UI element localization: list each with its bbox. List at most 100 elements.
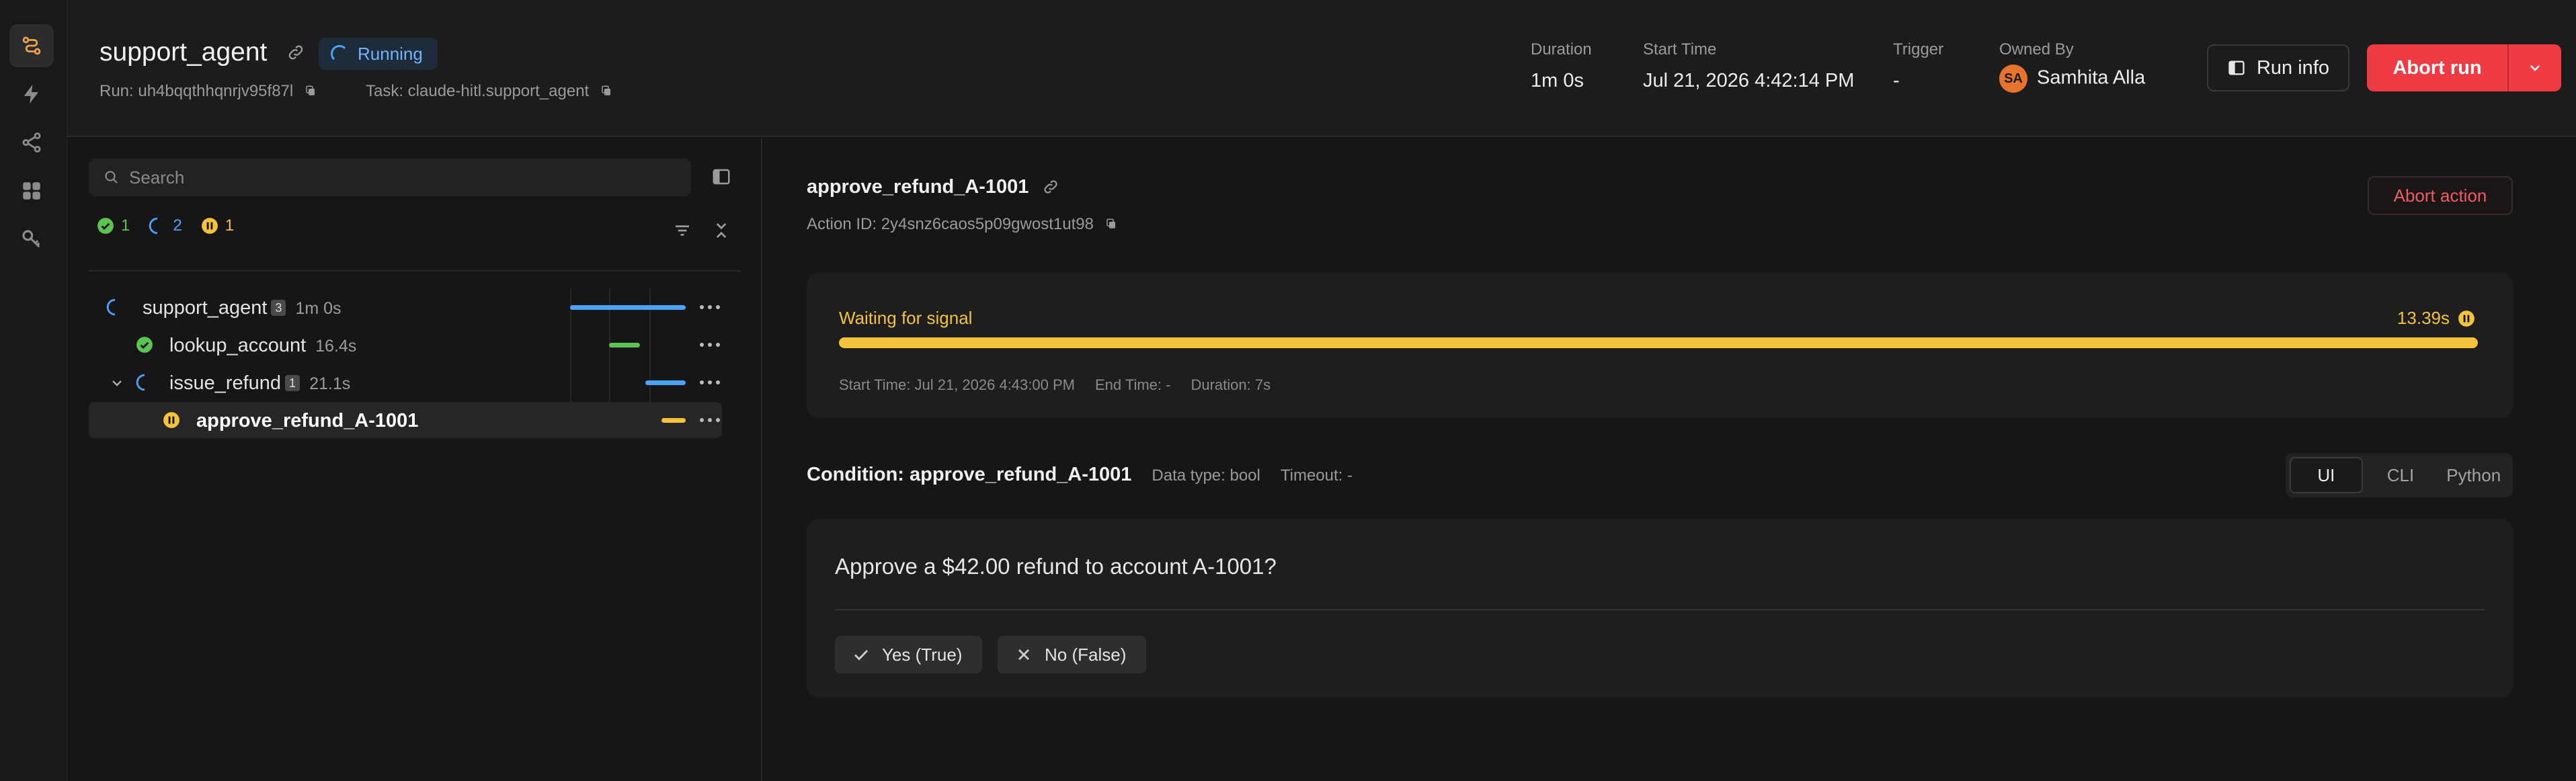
- waiting-count[interactable]: 1: [201, 216, 234, 235]
- owner-name: Samhita Alla: [2037, 67, 2146, 89]
- tree-row-lookup-account[interactable]: lookup_account 16.4s: [89, 327, 722, 363]
- tree-row-duration: 21.1s: [309, 374, 351, 393]
- filter-icon[interactable]: [672, 220, 692, 241]
- share-icon: [22, 132, 41, 153]
- avatar: SA: [1999, 65, 2027, 93]
- more-icon[interactable]: [698, 417, 722, 423]
- running-count[interactable]: 2: [149, 216, 182, 235]
- secrets-nav-button[interactable]: [9, 218, 54, 261]
- condition-timeout: Timeout: -: [1280, 466, 1353, 485]
- signal-progress-bar: [839, 337, 2478, 348]
- share-nav-button[interactable]: [9, 121, 54, 164]
- tree-row-label: support_agent: [143, 297, 268, 319]
- search-icon: [105, 171, 118, 183]
- signal-elapsed: 13.39s: [2397, 308, 2475, 329]
- pause-circle-icon: [2458, 310, 2474, 327]
- duration-stat: Duration 1m 0s: [1531, 40, 1592, 91]
- yes-button[interactable]: Yes (True): [835, 636, 983, 673]
- more-icon[interactable]: [698, 341, 722, 348]
- sidebar-panel-icon: [2228, 60, 2245, 75]
- collapse-all-icon[interactable]: [711, 220, 731, 241]
- succeeded-count[interactable]: 1: [97, 216, 130, 235]
- link-icon[interactable]: [286, 43, 305, 62]
- runs-nav-button[interactable]: [9, 24, 54, 67]
- tab-python[interactable]: Python: [2438, 457, 2509, 493]
- tab-cli[interactable]: CLI: [2366, 457, 2436, 493]
- tree-row-duration: 16.4s: [315, 337, 357, 356]
- condition-header: Condition: approve_refund_A-1001 Data typ…: [807, 464, 1353, 486]
- no-button[interactable]: No (False): [998, 636, 1147, 673]
- timeline-bar: [645, 380, 686, 385]
- tree-row-issue-refund[interactable]: issue_refund 1 21.1s: [89, 364, 722, 401]
- close-icon: [1018, 649, 1029, 660]
- abort-action-button[interactable]: Abort action: [2368, 176, 2513, 215]
- action-detail-panel: approve_refund_A-1001 Action ID: 2y4snz6…: [764, 138, 2576, 781]
- check-circle-icon: [136, 337, 153, 353]
- child-count-badge: 1: [285, 375, 300, 391]
- signal-status-card: Waiting for signal 13.39s Start Time: Ju…: [807, 273, 2513, 418]
- timeline-bar: [609, 343, 640, 347]
- run-status-badge: Running: [319, 38, 438, 70]
- progress-fill: [839, 337, 2478, 348]
- abort-run-split-button: Abort run: [2367, 44, 2561, 91]
- left-rail: [0, 0, 67, 781]
- pause-circle-icon: [201, 218, 218, 234]
- triggers-nav-button[interactable]: [9, 73, 54, 116]
- spinner-icon: [331, 45, 348, 63]
- timeline-bar: [661, 418, 686, 423]
- child-count-badge: 3: [271, 300, 286, 316]
- check-icon: [854, 650, 869, 661]
- chevron-down-icon[interactable]: [109, 375, 125, 391]
- trigger-stat: Trigger -: [1893, 40, 1944, 91]
- search-box: [89, 159, 691, 196]
- search-input[interactable]: [129, 159, 680, 196]
- tab-ui[interactable]: UI: [2290, 457, 2363, 493]
- start-time-stat: Start Time Jul 21, 2026 4:42:14 PM: [1643, 40, 1855, 91]
- run-id: Run: uh4bqqthhqnrjv95f87l: [99, 82, 317, 101]
- copy-icon[interactable]: [600, 84, 612, 97]
- task-id: Task: claude-hitl.support_agent: [366, 82, 612, 101]
- view-mode-tabs: UI CLI Python: [2286, 453, 2513, 497]
- lightning-icon: [24, 84, 38, 104]
- owner-stat: Owned By SA Samhita Alla: [1999, 40, 2145, 93]
- tree-row-label: lookup_account: [169, 335, 307, 356]
- key-icon: [22, 230, 40, 248]
- signal-meta: Start Time: Jul 21, 2026 4:43:00 PM End T…: [839, 376, 1271, 393]
- run-title: support_agent: [99, 38, 268, 67]
- condition-question: Approve a $42.00 refund to account A-100…: [835, 554, 1277, 579]
- copy-icon[interactable]: [305, 84, 317, 97]
- check-circle-icon: [97, 218, 114, 234]
- link-icon[interactable]: [1042, 178, 1059, 196]
- tree-row-duration: 1m 0s: [295, 299, 341, 318]
- tree-row-label: approve_refund_A-1001: [196, 410, 419, 431]
- abort-run-button[interactable]: Abort run: [2367, 44, 2507, 91]
- apps-nav-button[interactable]: [9, 169, 54, 212]
- run-header: support_agent Running Run: uh4bqqthhqnrj…: [67, 0, 2576, 137]
- spinner-icon: [149, 217, 158, 235]
- timeline-bar: [570, 305, 686, 310]
- run-info-button[interactable]: Run info: [2207, 44, 2349, 91]
- condition-data-type: Data type: bool: [1152, 466, 1260, 485]
- tree-row-label: issue_refund: [169, 372, 282, 394]
- spinner-icon: [106, 298, 116, 316]
- spinner-icon: [136, 374, 145, 391]
- panel-toggle-icon[interactable]: [711, 167, 731, 187]
- more-icon[interactable]: [698, 379, 722, 386]
- workflow-icon: [22, 36, 41, 55]
- tree-row-support-agent[interactable]: support_agent 3 1m 0s: [89, 289, 722, 325]
- status-counts: 1 2 1: [97, 216, 234, 235]
- condition-title: Condition: approve_refund_A-1001: [807, 464, 1132, 485]
- condition-question-card: Approve a $42.00 refund to account A-100…: [807, 519, 2513, 698]
- tree-row-approve-refund[interactable]: approve_refund_A-1001: [89, 402, 722, 438]
- abort-options-button[interactable]: [2509, 44, 2561, 91]
- app-root: support_agent Running Run: uh4bqqthhqnrj…: [0, 0, 2576, 781]
- action-tree-panel: 1 2 1 support_agent3 1m 0s: [67, 138, 762, 781]
- more-icon[interactable]: [698, 304, 722, 311]
- action-title: approve_refund_A-1001: [807, 176, 1059, 198]
- chevron-down-icon: [2530, 65, 2540, 71]
- pause-circle-icon: [163, 412, 179, 428]
- copy-icon[interactable]: [1105, 217, 1117, 231]
- signal-status: Waiting for signal: [839, 308, 973, 328]
- action-id: Action ID: 2y4snz6caos5p09gwost1ut98: [807, 215, 1117, 234]
- grid-icon: [23, 182, 40, 200]
